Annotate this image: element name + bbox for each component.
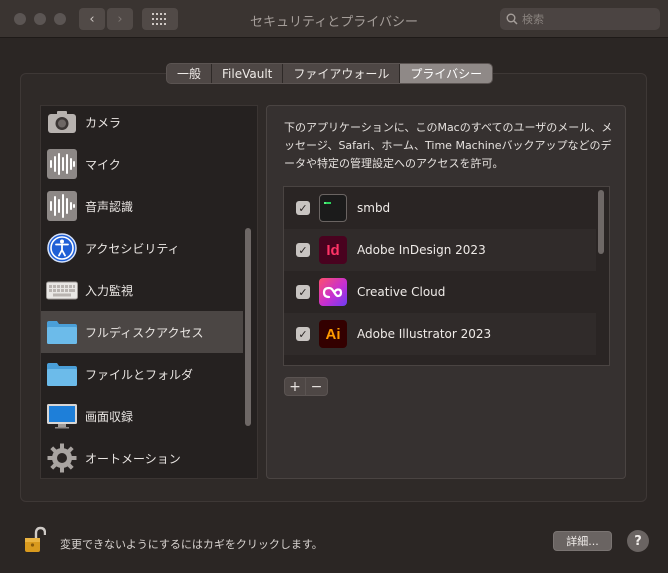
folder-icon xyxy=(46,316,78,348)
search-field[interactable] xyxy=(500,8,660,30)
sidebar-item-label: 入力監視 xyxy=(85,283,134,298)
speech-recognition-icon xyxy=(46,190,78,222)
sidebar-item-label: マイク xyxy=(85,157,121,172)
sidebar-item-input-monitoring[interactable]: 入力監視 xyxy=(41,269,243,311)
sidebar-item-camera[interactable]: カメラ xyxy=(41,106,243,143)
illustrator-icon: Ai xyxy=(319,320,347,348)
help-button[interactable]: ? xyxy=(627,530,649,552)
app-row-smbd[interactable]: ✓ smbd xyxy=(284,187,596,229)
details-button[interactable]: 詳細... xyxy=(553,531,612,551)
tab-privacy[interactable]: プライバシー xyxy=(400,64,493,83)
access-description: 下のアプリケーションに、このMacのすべてのユーザのメール、メッセージ、Safa… xyxy=(284,121,613,170)
sidebar-item-automation[interactable]: オートメーション xyxy=(41,437,243,478)
gear-icon xyxy=(46,442,78,474)
app-name: Creative Cloud xyxy=(357,285,446,299)
tab-firewall[interactable]: ファイアウォール xyxy=(283,64,401,83)
keyboard-icon xyxy=(46,274,78,306)
terminal-icon xyxy=(319,194,347,222)
remove-app-button[interactable]: − xyxy=(306,377,328,396)
camera-icon xyxy=(46,106,78,138)
sidebar-item-speech-recognition[interactable]: 音声認識 xyxy=(41,185,243,227)
app-name: Adobe InDesign 2023 xyxy=(357,243,486,257)
indesign-icon: Id xyxy=(319,236,347,264)
sidebar-item-label: オートメーション xyxy=(85,451,181,466)
tab-bar: 一般 FileVault ファイアウォール プライバシー xyxy=(166,63,494,84)
folder-icon xyxy=(46,358,78,390)
lock-button[interactable] xyxy=(24,526,47,554)
sidebar-item-microphone[interactable]: マイク xyxy=(41,143,243,185)
search-input[interactable] xyxy=(522,12,652,26)
microphone-icon xyxy=(46,148,78,180)
search-icon xyxy=(506,13,518,25)
app-row-partial[interactable] xyxy=(284,355,596,365)
sidebar-item-files-and-folders[interactable]: ファイルとフォルダ xyxy=(41,353,243,395)
app-name: Adobe Illustrator 2023 xyxy=(357,327,492,341)
lock-instructions: 変更できないようにするにはカギをクリックします。 xyxy=(60,538,323,551)
sidebar-item-label: ファイルとフォルダ xyxy=(85,367,194,382)
sidebar-item-accessibility[interactable]: アクセシビリティ xyxy=(41,227,243,269)
app-list-scrollbar[interactable] xyxy=(598,190,604,254)
sidebar-item-label: アクセシビリティ xyxy=(85,241,180,256)
creative-cloud-icon xyxy=(319,278,347,306)
app-checkbox[interactable]: ✓ xyxy=(296,243,310,257)
app-checkbox[interactable]: ✓ xyxy=(296,327,310,341)
app-list[interactable]: ✓ smbd ✓ Id Adobe InDesign 2023 ✓ Creati… xyxy=(283,186,610,366)
app-row-creative-cloud[interactable]: ✓ Creative Cloud xyxy=(284,271,596,313)
sidebar-item-screen-recording[interactable]: 画面収録 xyxy=(41,395,243,437)
sidebar-item-label: カメラ xyxy=(85,115,122,130)
title-bar: ‹ › セキュリティとプライバシー xyxy=(0,0,668,38)
app-checkbox[interactable]: ✓ xyxy=(296,201,310,215)
unlocked-lock-icon xyxy=(25,526,47,552)
add-app-button[interactable]: + xyxy=(284,377,306,396)
sidebar-item-label: 画面収録 xyxy=(85,409,134,424)
sidebar-item-label: 音声認識 xyxy=(85,199,134,214)
app-name: smbd xyxy=(357,201,391,215)
category-list-scrollbar[interactable] xyxy=(245,228,251,426)
app-checkbox[interactable]: ✓ xyxy=(296,285,310,299)
sidebar-item-full-disk-access[interactable]: フルディスクアクセス xyxy=(41,311,243,353)
display-icon xyxy=(46,400,78,432)
tab-general[interactable]: 一般 xyxy=(167,64,213,83)
privacy-category-list[interactable]: カメラ マイク 音声認識 アクセシビリティ 入力監視 フルディスクアクセス ファ… xyxy=(40,105,258,479)
app-row-illustrator[interactable]: ✓ Ai Adobe Illustrator 2023 xyxy=(284,313,596,355)
accessibility-icon xyxy=(46,232,78,264)
app-row-indesign[interactable]: ✓ Id Adobe InDesign 2023 xyxy=(284,229,596,271)
tab-filevault[interactable]: FileVault xyxy=(212,64,284,83)
sidebar-item-label: フルディスクアクセス xyxy=(85,325,204,340)
